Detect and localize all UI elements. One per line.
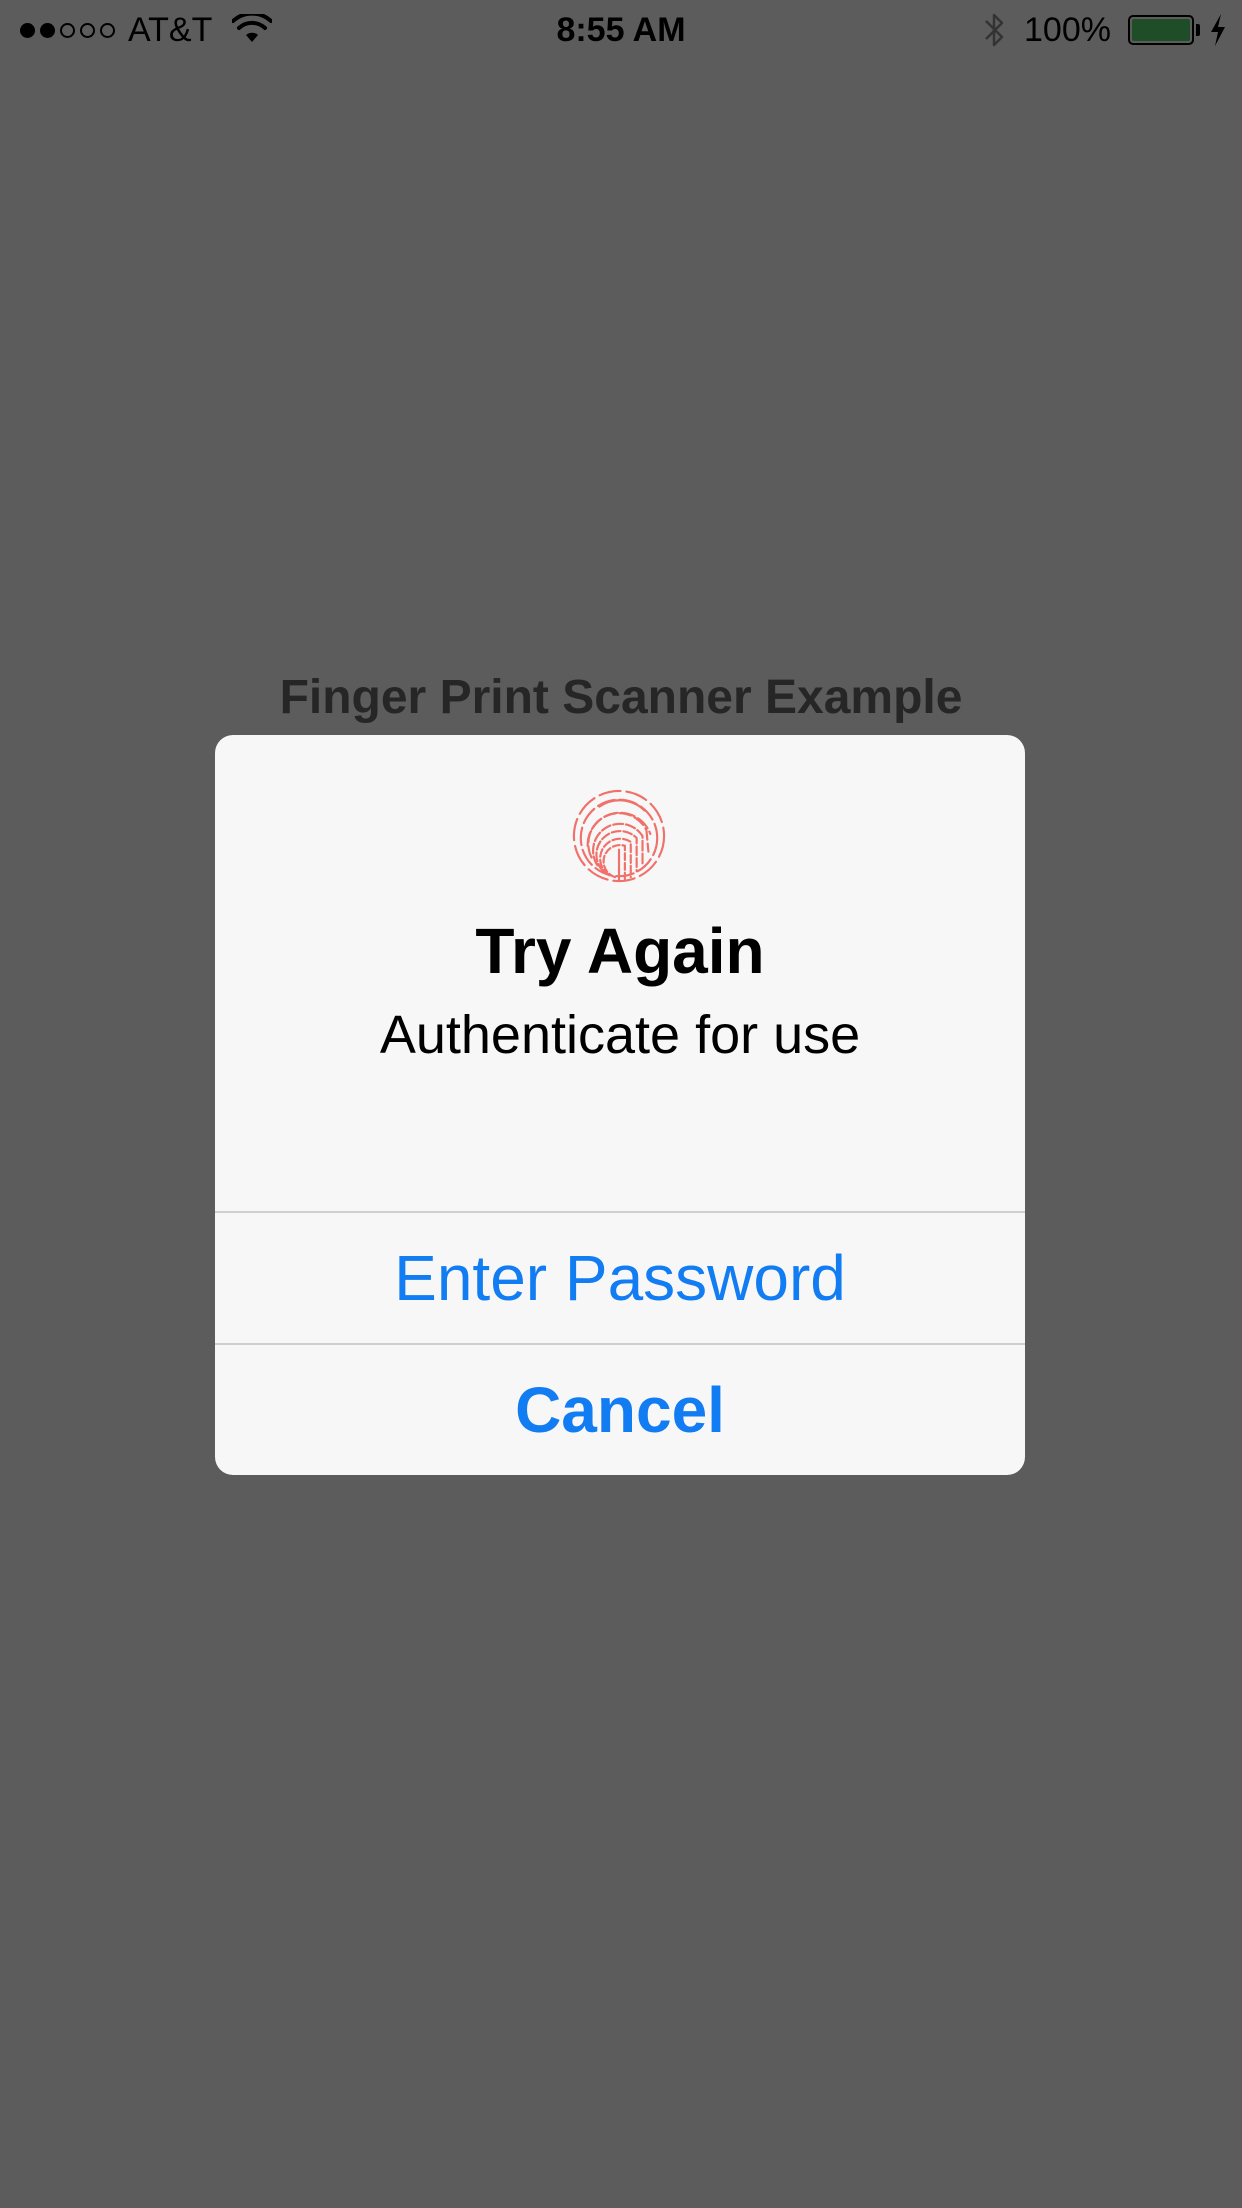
alert-title: Try Again	[475, 915, 765, 987]
charging-bolt-icon	[1211, 14, 1225, 46]
battery-level-fill	[1132, 19, 1190, 41]
page-title: Finger Print Scanner Example	[279, 671, 963, 724]
screen: AT&T 8:55 AM 100% Finger Print Scanner E…	[0, 0, 1242, 2208]
touch-id-alert: Try Again Authenticate for use Enter Pas…	[215, 735, 1025, 1475]
bluetooth-icon	[985, 13, 1004, 47]
cancel-button[interactable]: Cancel	[215, 1345, 1025, 1475]
alert-message: Authenticate for use	[379, 1005, 861, 1065]
enter-password-button[interactable]: Enter Password	[215, 1213, 1025, 1343]
battery-terminal	[1196, 24, 1200, 36]
status-bar: AT&T 8:55 AM 100%	[0, 0, 1242, 60]
battery-icon	[1128, 15, 1194, 45]
fingerprint-icon	[572, 789, 666, 883]
battery-percent: 100%	[1024, 11, 1111, 49]
